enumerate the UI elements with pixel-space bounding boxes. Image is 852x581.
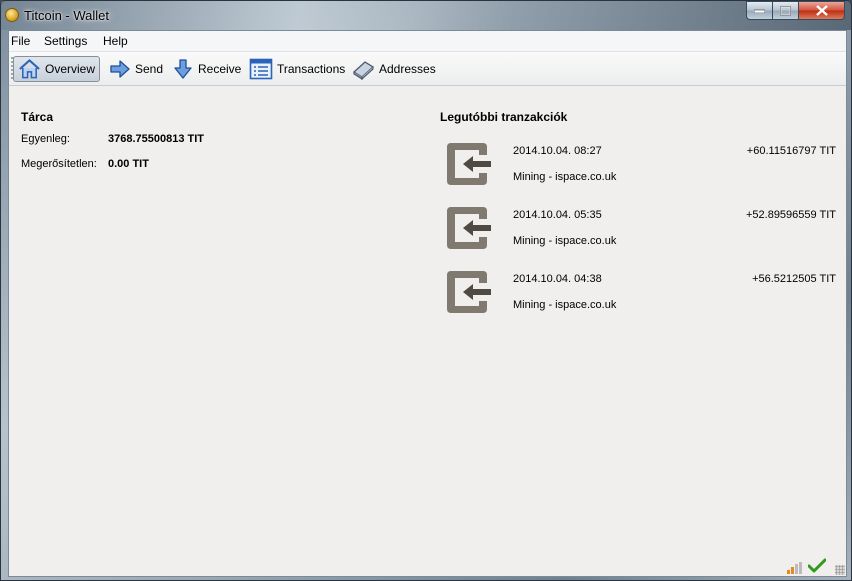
minimize-icon [754,9,765,13]
balance-label: Egyenleg: [21,133,70,145]
transaction-date: 2014.10.04. 05:35 [513,209,602,221]
toolbar: Overview Send Receive Transactions Addre… [9,52,846,86]
send-arrow-icon [110,60,130,78]
title-bar[interactable]: Titcoin - Wallet [1,1,851,30]
transaction-date: 2014.10.04. 04:38 [513,273,602,285]
overview-label: Overview [44,62,95,76]
window-controls [746,1,845,21]
send-button[interactable]: Send [105,56,167,82]
transactions-list-icon [249,58,273,80]
incoming-transaction-icon [447,271,491,313]
addresses-label: Addresses [379,62,436,76]
transaction-date: 2014.10.04. 08:27 [513,145,602,157]
resize-grip[interactable] [835,565,845,575]
client-area: File Settings Help Overview Send Receive… [8,30,847,577]
receive-button[interactable]: Receive [168,56,245,82]
connections-signal-icon[interactable] [787,562,802,574]
home-icon [19,59,40,79]
close-button[interactable] [799,1,845,20]
transaction-amount: +60.11516797 TIT [746,145,836,157]
address-book-icon [352,61,375,80]
overview-page: Tárca Egyenleg: 3768.75500813 TIT Megerő… [9,86,846,576]
incoming-transaction-icon [447,143,491,185]
menu-help[interactable]: Help [103,34,128,48]
balance-value[interactable]: 3768.75500813 TIT [108,133,204,145]
minimize-button[interactable] [746,1,773,20]
wallet-section-title: Tárca [21,110,54,124]
transactions-button[interactable]: Transactions [245,56,349,82]
transaction-item[interactable]: 2014.10.04. 04:38 +56.5212505 TIT Mining… [441,267,836,321]
maximize-button[interactable] [773,1,799,20]
transaction-amount: +56.5212505 TIT [752,273,836,285]
transaction-label: Mining - ispace.co.uk [513,299,617,311]
transactions-label: Transactions [277,62,346,76]
synced-checkmark-icon[interactable] [808,558,826,574]
menu-file[interactable]: File [11,34,30,48]
menu-bar: File Settings Help [9,31,846,52]
transaction-label: Mining - ispace.co.uk [513,235,617,247]
transaction-label: Mining - ispace.co.uk [513,171,617,183]
menu-settings[interactable]: Settings [44,34,87,48]
titcoin-app-icon [5,8,19,22]
send-label: Send [135,62,164,76]
addresses-button[interactable]: Addresses [347,56,440,82]
maximize-icon [780,5,791,16]
receive-arrow-icon [174,59,192,79]
transaction-item[interactable]: 2014.10.04. 05:35 +52.89596559 TIT Minin… [441,203,836,257]
overview-button[interactable]: Overview [13,56,100,82]
close-icon [815,5,828,16]
transaction-amount: +52.89596559 TIT [745,209,836,221]
transaction-item[interactable]: 2014.10.04. 08:27 +60.11516797 TIT Minin… [441,139,836,193]
receive-label: Receive [198,62,242,76]
app-window: Titcoin - Wallet File Settings Help Over… [0,0,852,581]
incoming-transaction-icon [447,207,491,249]
unconfirmed-value[interactable]: 0.00 TIT [108,158,149,170]
window-title: Titcoin - Wallet [24,8,109,23]
recent-transactions-title: Legutóbbi tranzakciók [440,110,568,124]
status-bar [787,556,842,574]
unconfirmed-label: Megerősítetlen: [21,158,97,170]
